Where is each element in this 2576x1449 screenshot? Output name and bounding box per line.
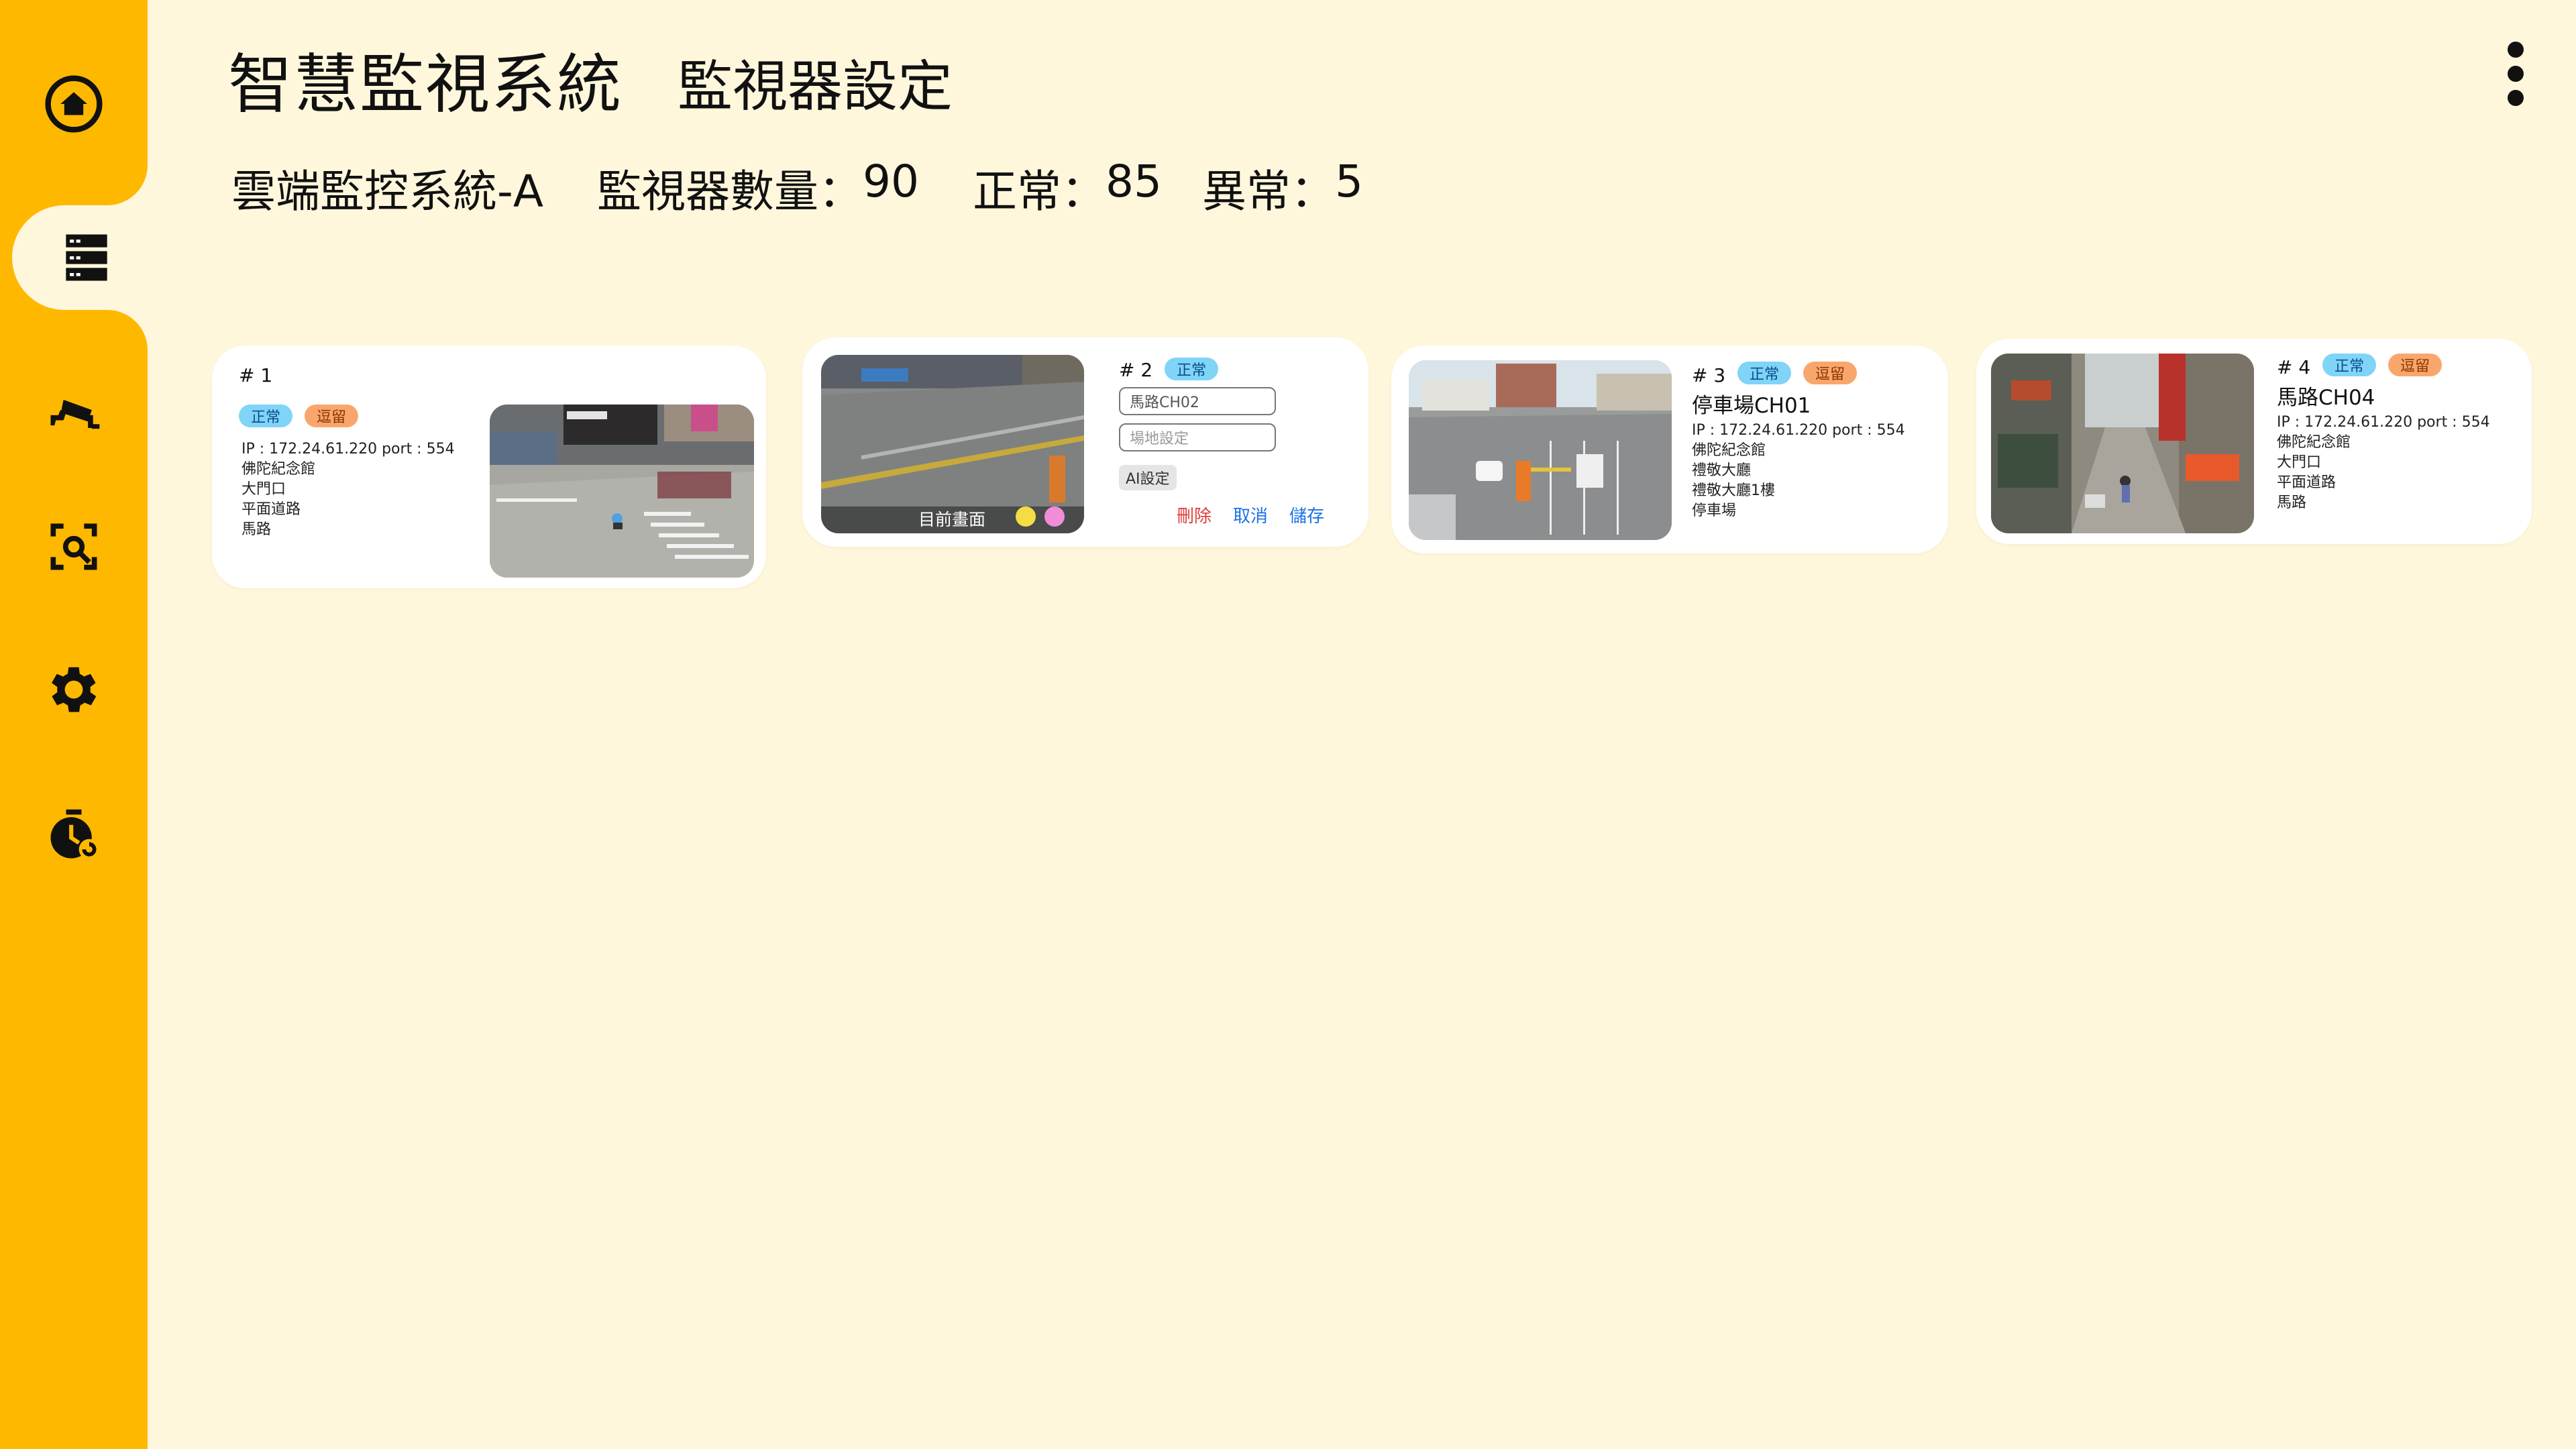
server-list-icon <box>66 234 107 281</box>
more-dots-icon <box>2508 66 2524 82</box>
gear-icon <box>52 667 97 712</box>
more-dots-icon <box>2508 42 2524 58</box>
stay-badge: 逗留 <box>2388 354 2443 376</box>
camera-name-input[interactable]: 馬路CH02 <box>1119 387 1276 415</box>
more-dots-icon <box>2508 90 2524 106</box>
status-badge: 正常 <box>2322 354 2377 376</box>
cctv-camera-icon <box>50 399 100 429</box>
camera-card-1[interactable]: # 1 正常 逗留 IP : 172.24.61.220 port : 554 … <box>212 345 766 588</box>
tag: 停車場 <box>1692 502 1737 519</box>
site-setting-input[interactable]: 場地設定 <box>1119 423 1276 451</box>
camera-card-4[interactable]: # 4 正常 逗留 馬路CH04 IP : 172.24.61.220 port… <box>1976 339 2532 544</box>
nav-timer[interactable] <box>0 788 148 882</box>
tag: 馬路 <box>241 521 272 538</box>
camera-number: # 1 <box>239 364 273 386</box>
status-badge: 正常 <box>1165 358 1219 380</box>
more-menu-button[interactable] <box>2502 42 2529 106</box>
ip-address: IP : 172.24.61.220 port : 554 <box>1692 422 1905 439</box>
sidebar <box>0 0 161 1449</box>
tag: 禮敬大廳1樓 <box>1692 482 1775 499</box>
current-view-label: 目前畫面 <box>918 510 986 529</box>
app-title: 智慧監視系統 <box>228 47 623 122</box>
count-value: 90 <box>862 156 919 207</box>
stay-badge: 逗留 <box>1803 362 1858 384</box>
nav-scan-search[interactable] <box>0 500 148 594</box>
page-title: 監視器設定 <box>678 55 953 119</box>
nav-home[interactable] <box>0 57 148 151</box>
status-badge: 正常 <box>1737 362 1792 384</box>
delete-button[interactable]: 刪除 <box>1177 502 1212 527</box>
camera-number: # 3 <box>1692 364 1726 386</box>
tag: 大門口 <box>241 481 286 498</box>
ip-address: IP : 172.24.61.220 port : 554 <box>241 441 455 458</box>
record-icon[interactable] <box>1044 506 1065 527</box>
summary-stats: 雲端監控系統-A 監視器數量： 90 正常： 85 異常： 5 <box>231 156 1363 220</box>
tag: 佛陀紀念館 <box>1692 442 1766 459</box>
count-label: 監視器數量： <box>596 166 863 217</box>
nav-monitor-list[interactable] <box>12 205 161 310</box>
street-intersection-image <box>490 405 754 578</box>
parking-lot-image <box>1409 360 1672 540</box>
old-street-image <box>1991 354 2254 533</box>
nav-settings[interactable] <box>0 643 148 737</box>
camera-info: IP : 172.24.61.220 port : 554 佛陀紀念館 大門口 … <box>2277 413 2490 513</box>
scan-search-icon <box>50 523 97 570</box>
tag: 馬路 <box>2277 494 2307 511</box>
refresh-icon[interactable] <box>1016 506 1036 527</box>
camera-name: 停車場CH01 <box>1692 394 1811 418</box>
home-icon <box>45 75 103 133</box>
camera-number: # 2 <box>1119 359 1153 381</box>
camera-number: # 4 <box>2277 356 2311 378</box>
camera-info: IP : 172.24.61.220 port : 554 佛陀紀念館 大門口 … <box>241 439 455 540</box>
camera-thumbnail[interactable]: 目前畫面 <box>821 355 1084 533</box>
camera-thumbnail[interactable] <box>1409 360 1672 540</box>
camera-card-3[interactable]: # 3 正常 逗留 停車場CH01 IP : 172.24.61.220 por… <box>1391 345 1948 553</box>
tag: 禮敬大廳 <box>1692 462 1752 479</box>
save-button[interactable]: 儲存 <box>1289 502 1324 527</box>
cancel-button[interactable]: 取消 <box>1233 502 1268 527</box>
camera-thumbnail[interactable] <box>490 405 754 578</box>
ai-settings-button[interactable]: AI設定 <box>1119 465 1177 490</box>
status-badge: 正常 <box>239 405 293 427</box>
camera-info: IP : 172.24.61.220 port : 554 佛陀紀念館 禮敬大廳… <box>1692 421 1905 521</box>
timer-icon <box>50 809 100 860</box>
tag: 佛陀紀念館 <box>241 461 316 478</box>
system-name: 雲端監控系統-A <box>231 166 543 217</box>
abnormal-label: 異常： <box>1201 166 1335 217</box>
tag: 大門口 <box>2277 454 2322 471</box>
camera-thumbnail[interactable] <box>1991 354 2254 533</box>
tag: 平面道路 <box>241 501 301 518</box>
camera-name: 馬路CH04 <box>2277 386 2375 410</box>
normal-label: 正常： <box>972 166 1106 217</box>
camera-card-2[interactable]: 目前畫面 # 2 正常 馬路CH02 場地設定 AI設定 刪除 取消 儲存 <box>802 337 1368 547</box>
nav-camera[interactable] <box>0 366 148 460</box>
tag: 佛陀紀念館 <box>2277 434 2351 451</box>
stay-badge: 逗留 <box>305 405 359 427</box>
ip-address: IP : 172.24.61.220 port : 554 <box>2277 414 2490 431</box>
normal-value: 85 <box>1105 156 1162 207</box>
abnormal-value: 5 <box>1334 156 1363 207</box>
tag: 平面道路 <box>2277 474 2337 491</box>
